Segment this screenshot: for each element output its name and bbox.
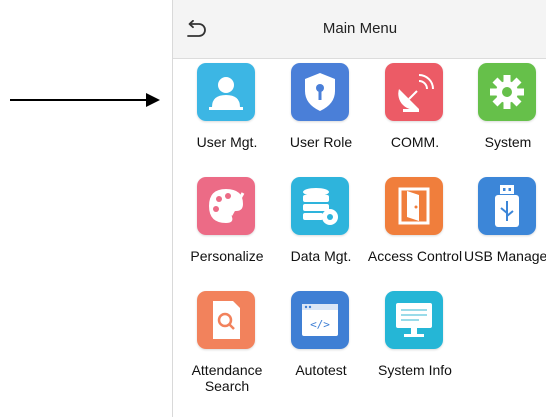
menu-item-label: USB Manager (464, 248, 546, 264)
pointer-arrow-icon (10, 93, 160, 107)
svg-text:</>: </> (310, 318, 330, 331)
menu-item-comm[interactable]: COMM. (368, 63, 462, 173)
menu-item-data-mgt[interactable]: Data Mgt. (274, 177, 368, 287)
menu-item-label: Personalize (190, 248, 264, 264)
device-screen: Main Menu User Mgt. User Role COMM. Syst… (172, 0, 546, 417)
palette-icon (197, 177, 255, 235)
gear-icon (478, 63, 536, 121)
usb-drive-icon (478, 177, 536, 235)
menu-item-label: Attendance Search (191, 362, 263, 394)
monitor-icon (385, 291, 443, 349)
door-icon (385, 177, 443, 235)
database-gear-icon (291, 177, 349, 235)
shield-key-icon (291, 63, 349, 121)
menu-item-label: Data Mgt. (290, 248, 352, 264)
menu-item-attendance-search[interactable]: Attendance Search (180, 291, 274, 401)
menu-item-user-role[interactable]: User Role (274, 63, 368, 173)
menu-item-usb-manager[interactable]: USB Manager (461, 177, 546, 287)
menu-item-user-mgt[interactable]: User Mgt. (180, 63, 274, 173)
menu-item-system[interactable]: System (461, 63, 546, 173)
page-title: Main Menu (322, 20, 398, 37)
code-window-icon: </> (291, 291, 349, 349)
menu-item-label: User Role (289, 134, 353, 150)
menu-item-label: User Mgt. (196, 134, 258, 150)
menu-item-autotest[interactable]: </> Autotest (274, 291, 368, 401)
menu-item-label: COMM. (390, 134, 440, 150)
menu-item-label: Autotest (295, 362, 347, 378)
document-search-icon (197, 291, 255, 349)
menu-item-system-info[interactable]: System Info (368, 291, 462, 401)
title-bar: Main Menu (173, 0, 546, 59)
menu-item-personalize[interactable]: Personalize (180, 177, 274, 287)
satellite-dish-icon (385, 63, 443, 121)
menu-item-label: Access Control (367, 248, 463, 264)
menu-item-access-control[interactable]: Access Control (368, 177, 462, 287)
menu-item-label: System Info (378, 362, 452, 378)
user-icon (197, 63, 255, 121)
menu-item-label: System (484, 134, 532, 150)
